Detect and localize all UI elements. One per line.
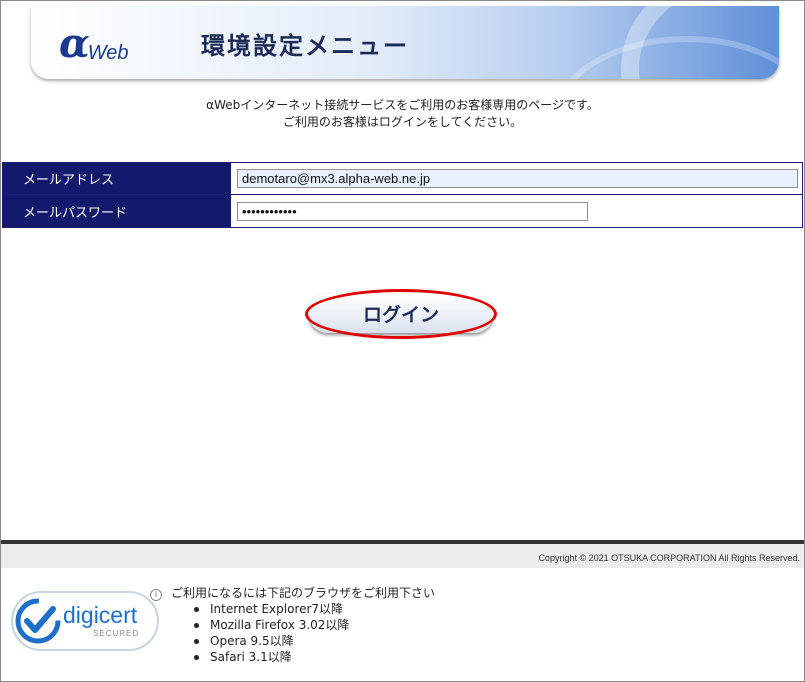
logo-alpha: α [59, 20, 90, 67]
email-row: メールアドレス [2, 162, 803, 195]
password-field[interactable] [237, 201, 588, 221]
intro-line-2: ご利用のお客様はログインをしてください。 [282, 115, 523, 129]
list-item: Internet Explorer7以降 [194, 601, 349, 617]
aweb-logo: αWeb [59, 20, 129, 67]
seal-brand: digicert [63, 602, 138, 628]
page-frame: αWeb 環境設定メニュー αWebインターネット接続サービスをご利用のお客様専… [0, 0, 805, 682]
info-icon[interactable]: i [150, 589, 162, 601]
header-banner: αWeb 環境設定メニュー [31, 6, 779, 79]
email-cell [231, 163, 802, 194]
password-label: メールパスワード [3, 195, 231, 227]
list-item: Opera 9.5以降 [194, 633, 349, 649]
copyright-bar: Copyright © 2021 OTSUKA CORPORATION All … [1, 544, 804, 568]
seal-secured: SECURED [93, 629, 139, 638]
password-cell [231, 195, 802, 227]
intro-text: αWebインターネット接続サービスをご利用のお客様専用のページです。 ご利用のお… [1, 97, 804, 131]
list-item: Safari 3.1以降 [194, 649, 349, 665]
logo-web: Web [87, 42, 129, 64]
email-label: メールアドレス [3, 163, 231, 194]
intro-line-1: αWebインターネット接続サービスをご利用のお客様専用のページです。 [206, 98, 599, 112]
digicert-seal[interactable]: digicert SECURED [11, 591, 159, 651]
page-title: 環境設定メニュー [201, 32, 409, 60]
list-item: Mozilla Firefox 3.02以降 [194, 617, 349, 633]
login-form: メールアドレス メールパスワード [2, 162, 803, 228]
password-row: メールパスワード [2, 195, 803, 228]
login-button[interactable]: ログイン [308, 293, 494, 333]
browser-note: ご利用になるには下記のブラウザをご利用下さい [171, 586, 436, 600]
email-field[interactable] [237, 169, 798, 188]
browser-list: Internet Explorer7以降 Mozilla Firefox 3.0… [194, 601, 349, 665]
copyright-text: Copyright © 2021 OTSUKA CORPORATION All … [538, 553, 800, 563]
